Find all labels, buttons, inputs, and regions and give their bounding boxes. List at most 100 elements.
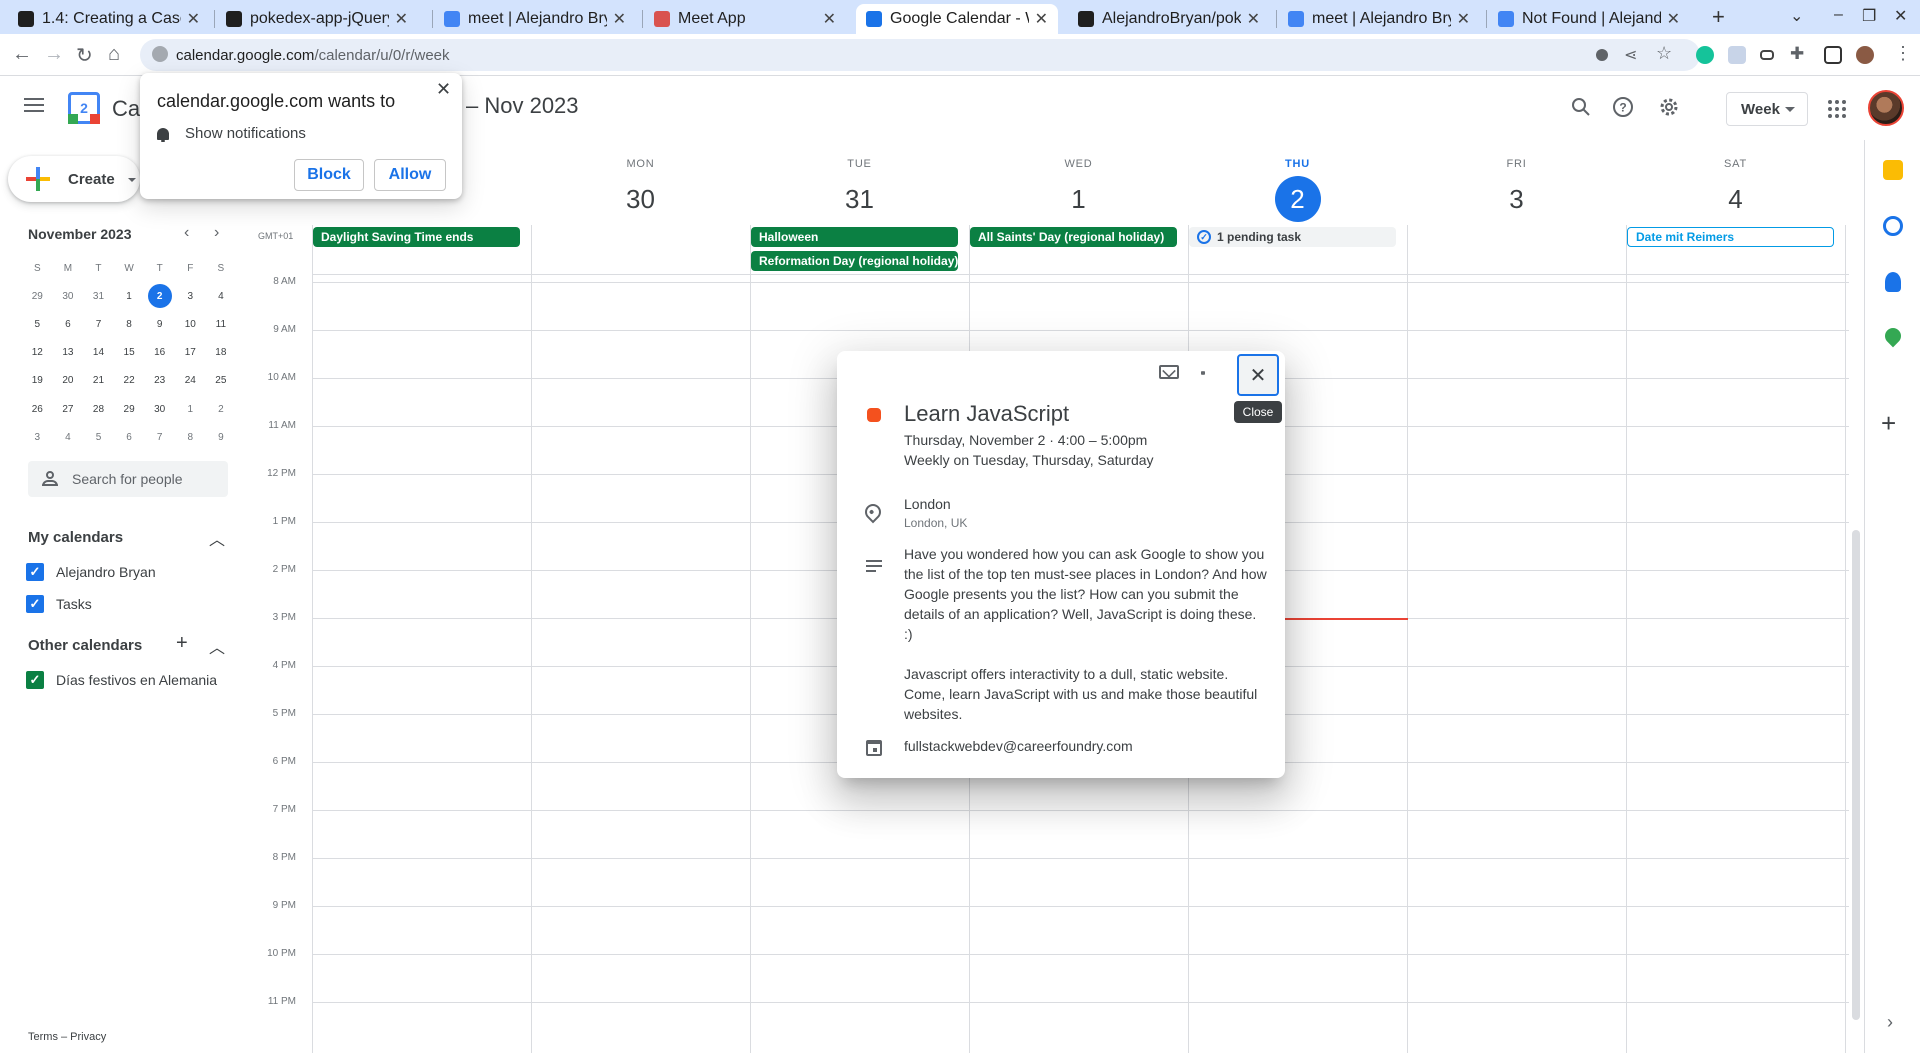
view-switcher-button[interactable]: Week xyxy=(1726,92,1808,126)
address-bar[interactable]: calendar.google.com/calendar/u/0/r/week xyxy=(140,39,1700,71)
grid-scrollbar[interactable] xyxy=(1852,530,1860,1020)
mini-calendar-day[interactable]: 1 xyxy=(175,395,206,423)
mini-calendar-day[interactable]: 6 xyxy=(53,310,84,338)
mini-calendar-day[interactable]: 5 xyxy=(22,310,53,338)
day-header[interactable]: THU 2 xyxy=(1188,158,1407,222)
tasks-icon[interactable] xyxy=(1883,216,1903,236)
mini-calendar-day[interactable]: 22 xyxy=(114,367,145,395)
browser-tab[interactable]: meet | Alejandro Brya ✕ xyxy=(434,4,636,34)
all-day-event[interactable]: Reformation Day (regional holiday) xyxy=(751,251,958,271)
mini-calendar-day[interactable]: 30 xyxy=(53,282,84,310)
mini-calendar-day[interactable]: 9 xyxy=(144,310,175,338)
all-day-event[interactable]: Halloween xyxy=(751,227,958,247)
add-addon-icon[interactable]: + xyxy=(1881,408,1901,438)
mini-calendar-day[interactable]: 27 xyxy=(53,395,84,423)
day-number[interactable]: 3 xyxy=(1494,176,1540,222)
expand-panel-icon[interactable]: › xyxy=(1887,1012,1907,1032)
mini-calendar-day[interactable]: 13 xyxy=(53,339,84,367)
mini-calendar-day[interactable]: 24 xyxy=(175,367,206,395)
tab-close-icon[interactable]: ✕ xyxy=(1247,9,1260,29)
mini-calendar-day[interactable]: 23 xyxy=(144,367,175,395)
day-header[interactable]: WED 1 xyxy=(969,158,1188,222)
block-button[interactable]: Block xyxy=(294,159,364,191)
grammarly-extension-icon[interactable] xyxy=(1696,46,1714,64)
all-day-event[interactable]: Date mit Reimers xyxy=(1627,227,1834,247)
site-info-icon[interactable] xyxy=(152,46,168,62)
tab-close-icon[interactable]: ✕ xyxy=(1667,9,1680,29)
all-day-event[interactable]: Daylight Saving Time ends xyxy=(313,227,520,247)
mini-calendar-day[interactable]: 15 xyxy=(114,339,145,367)
extension-icon[interactable] xyxy=(1728,46,1746,64)
mini-calendar-day[interactable]: 12 xyxy=(22,339,53,367)
mini-calendar-day[interactable]: 9 xyxy=(206,423,237,451)
close-icon[interactable]: ✕ xyxy=(436,79,451,100)
browser-tab[interactable]: meet | Alejandro Brya ✕ xyxy=(1278,4,1480,34)
browser-tab[interactable]: AlejandroBryan/pok ✕ xyxy=(1068,4,1270,34)
pending-task-chip[interactable]: ✓ 1 pending task xyxy=(1189,227,1396,247)
mini-next-month-icon[interactable]: › xyxy=(214,224,219,242)
mini-calendar-day[interactable]: 10 xyxy=(175,310,206,338)
mini-calendar-day[interactable]: 29 xyxy=(114,395,145,423)
day-number[interactable]: 4 xyxy=(1713,176,1759,222)
mini-calendar-day[interactable]: 18 xyxy=(206,339,237,367)
mini-calendar-day[interactable]: 19 xyxy=(22,367,53,395)
minimize-icon[interactable]: – xyxy=(1834,6,1843,24)
browser-menu-icon[interactable]: ⋮ xyxy=(1894,43,1912,64)
mini-calendar-day[interactable]: 7 xyxy=(144,423,175,451)
calendar-list-item[interactable]: ✓ Alejandro Bryan xyxy=(26,561,156,583)
other-calendars-title[interactable]: Other calendars xyxy=(28,637,142,654)
day-header[interactable]: SAT 4 xyxy=(1626,158,1845,222)
checkbox-checked-icon[interactable]: ✓ xyxy=(26,563,44,581)
forward-icon[interactable]: → xyxy=(44,43,64,66)
day-number[interactable]: 2 xyxy=(1274,176,1321,222)
new-tab-button[interactable]: + xyxy=(1712,4,1725,30)
help-icon[interactable]: ? xyxy=(1610,94,1636,120)
footer-links[interactable]: Terms – Privacy xyxy=(28,1031,106,1043)
back-icon[interactable]: ← xyxy=(12,43,32,66)
side-panel-icon[interactable] xyxy=(1824,46,1842,64)
close-event-button[interactable]: ✕ xyxy=(1237,354,1279,396)
chevron-up-icon[interactable]: ︿ xyxy=(209,526,225,550)
mini-calendar-day[interactable]: 25 xyxy=(206,367,237,395)
extensions-puzzle-icon[interactable]: ✚ xyxy=(1790,44,1804,64)
tab-close-icon[interactable]: ✕ xyxy=(613,9,626,29)
all-day-event[interactable]: All Saints' Day (regional holiday) xyxy=(970,227,1177,247)
tab-close-icon[interactable]: ✕ xyxy=(187,9,200,29)
mini-calendar-day[interactable]: 2 xyxy=(144,282,175,310)
chevron-up-icon[interactable]: ︿ xyxy=(209,634,225,658)
mini-calendar-day[interactable]: 28 xyxy=(83,395,114,423)
calendar-list-item[interactable]: ✓ Tasks xyxy=(26,593,92,615)
mini-calendar-day[interactable]: 17 xyxy=(175,339,206,367)
settings-gear-icon[interactable] xyxy=(1656,94,1682,120)
allow-button[interactable]: Allow xyxy=(374,159,446,191)
more-options-icon[interactable] xyxy=(1201,365,1205,383)
mini-calendar-day[interactable]: 5 xyxy=(83,423,114,451)
mini-calendar-day[interactable]: 6 xyxy=(114,423,145,451)
tab-close-icon[interactable]: ✕ xyxy=(395,9,408,29)
my-calendars-title[interactable]: My calendars xyxy=(28,529,123,546)
account-avatar[interactable] xyxy=(1868,90,1904,126)
tab-close-icon[interactable]: ✕ xyxy=(1457,9,1470,29)
create-button[interactable]: Create xyxy=(8,156,140,202)
google-apps-icon[interactable] xyxy=(1828,100,1846,118)
mini-calendar-day[interactable]: 20 xyxy=(53,367,84,395)
browser-tab[interactable]: pokedex-app-jQuery/ ✕ xyxy=(216,4,418,34)
day-number[interactable]: 30 xyxy=(618,176,664,222)
share-icon[interactable]: ⋖ xyxy=(1624,45,1637,65)
day-number[interactable]: 1 xyxy=(1056,176,1102,222)
add-calendar-icon[interactable]: + xyxy=(176,632,188,655)
tab-close-icon[interactable]: ✕ xyxy=(823,9,836,29)
browser-tab[interactable]: Google Calendar - We ✕ xyxy=(856,4,1058,34)
mini-calendar-day[interactable]: 11 xyxy=(206,310,237,338)
mini-calendar-day[interactable]: 4 xyxy=(206,282,237,310)
extension-brackets-icon[interactable] xyxy=(1760,50,1774,60)
day-number[interactable]: 31 xyxy=(837,176,883,222)
home-icon[interactable]: ⌂ xyxy=(108,43,120,66)
main-menu-icon[interactable] xyxy=(24,98,44,112)
day-header[interactable]: TUE 31 xyxy=(750,158,969,222)
contacts-icon[interactable] xyxy=(1885,272,1901,292)
window-close-icon[interactable]: ✕ xyxy=(1894,6,1907,26)
restore-icon[interactable]: ❐ xyxy=(1862,6,1876,26)
reload-icon[interactable]: ↻ xyxy=(76,43,93,68)
browser-tab[interactable]: 1.4: Creating a Case S ✕ xyxy=(8,4,210,34)
